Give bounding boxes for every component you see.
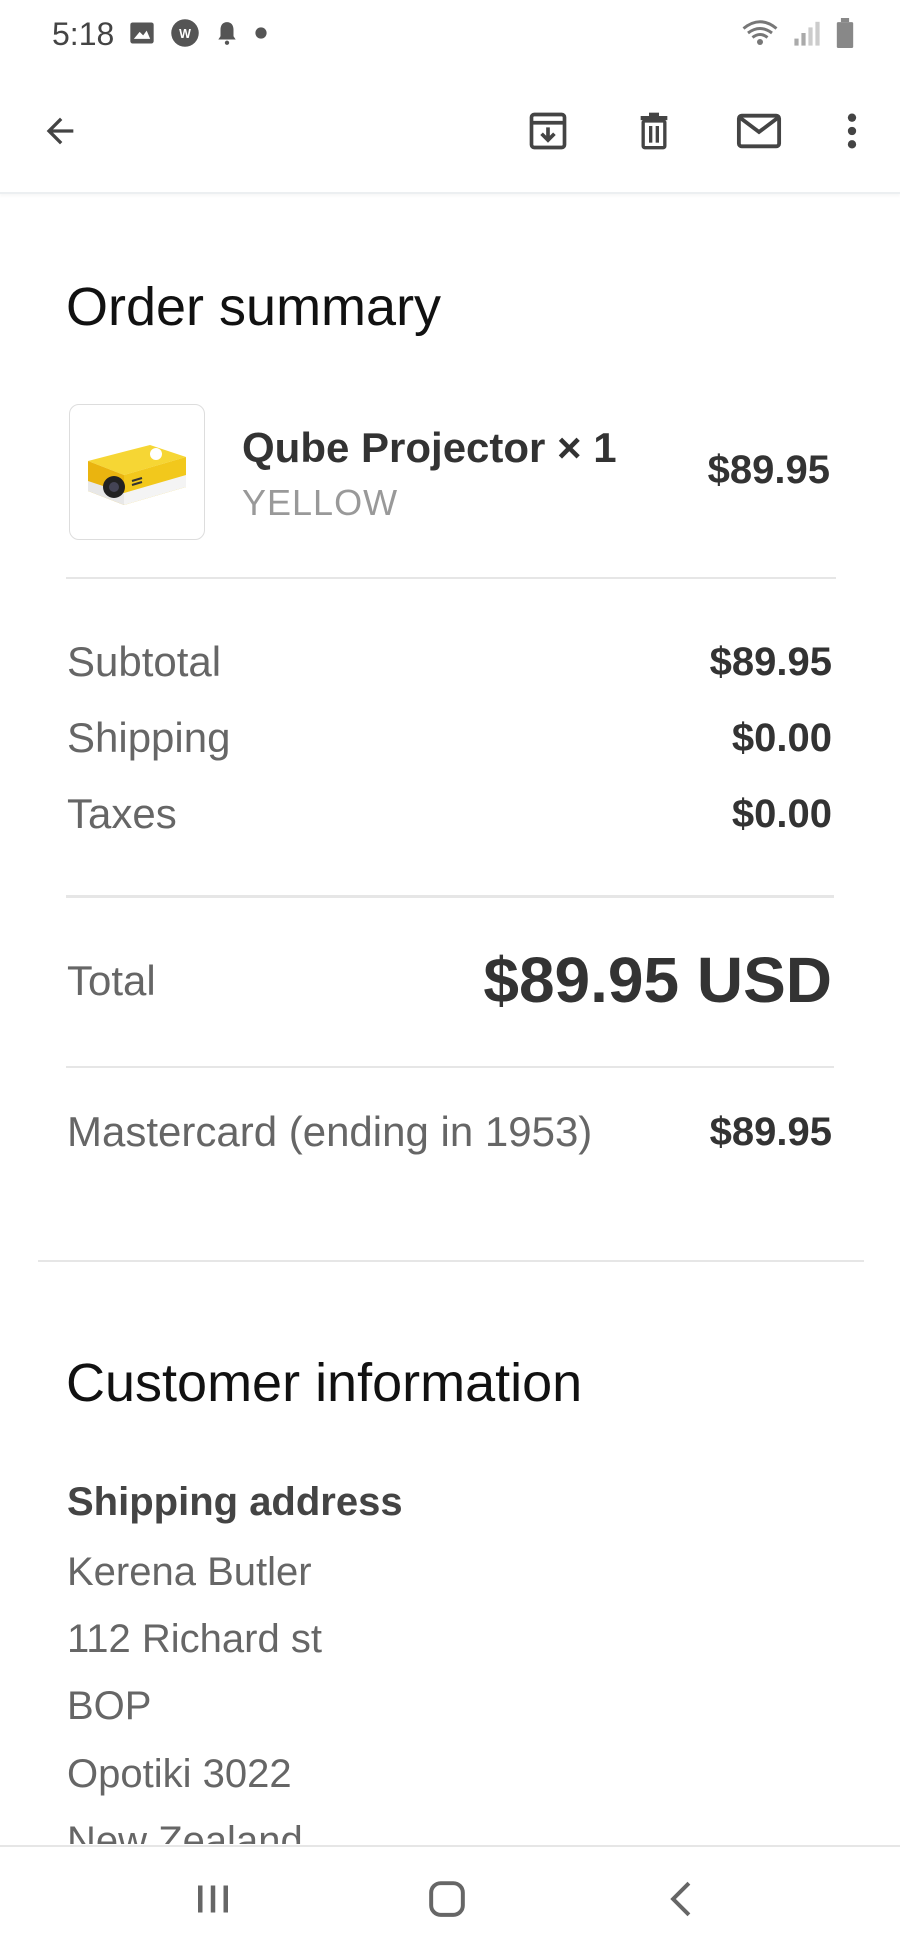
home-icon [429,1881,465,1917]
system-nav-bar [0,1845,900,1952]
address-line: BOP [67,1684,152,1728]
divider [66,895,834,898]
signal-icon [794,21,820,46]
recent-apps-button[interactable] [173,1867,253,1931]
wifi-icon [742,20,778,45]
product-name: Qube Projector × 1 [242,424,617,471]
projector-image [88,445,186,505]
subtotal-label: Subtotal [67,638,222,685]
total-label: Total [67,957,156,1004]
subtotal-value: $89.95 [709,640,832,684]
more-vert-icon [847,113,857,149]
shipping-address-heading: Shipping address [67,1480,403,1524]
arrow-left-icon [46,117,74,145]
customer-information-title: Customer information [66,1353,583,1413]
address-line: 112 Richard st [67,1617,322,1661]
notification-icons: W [128,18,268,48]
payment-amount: $89.95 [709,1110,832,1154]
product-variant: YELLOW [242,482,399,523]
status-bar: 5:18 W [0,0,900,70]
address-line: Opotiki 3022 [67,1752,292,1796]
recent-apps-icon [198,1885,228,1913]
archive-icon [529,112,567,150]
product-image [69,404,205,540]
address-line: New Zealand [67,1819,303,1844]
back-button[interactable] [24,95,96,167]
home-button[interactable] [407,1867,487,1931]
taxes-value: $0.00 [731,792,832,836]
address-line: Kerena Butler [67,1550,312,1594]
divider [66,1066,834,1068]
taxes-label: Taxes [67,790,177,837]
svg-text:W: W [179,27,191,41]
section-divider [38,1260,864,1262]
battery-icon [836,18,854,48]
order-summary-title: Order summary [66,277,442,337]
trash-icon [640,112,668,150]
dot-icon [255,27,267,39]
gallery-icon [130,22,154,44]
system-icons [742,18,854,48]
bell-icon [218,22,236,45]
payment-method-label: Mastercard (ending in 1953) [67,1108,593,1155]
delete-button[interactable] [618,95,690,167]
back-nav-button[interactable] [641,1867,721,1931]
app-notification-icon: W [171,19,199,47]
archive-button[interactable] [512,95,584,167]
mail-icon [736,113,782,149]
more-options-button[interactable] [816,95,888,167]
shipping-label: Shipping [67,714,231,761]
email-body: Order summary Qube Projector × 1 YELLOW … [0,194,900,1844]
total-value: $89.95 USD [483,944,832,1016]
divider [66,577,836,579]
product-price: $89.95 [707,448,830,492]
mark-unread-button[interactable] [723,95,795,167]
status-time: 5:18 [52,16,115,52]
shipping-value: $0.00 [731,716,832,760]
chevron-left-icon [670,1881,691,1917]
top-app-bar [0,70,900,194]
